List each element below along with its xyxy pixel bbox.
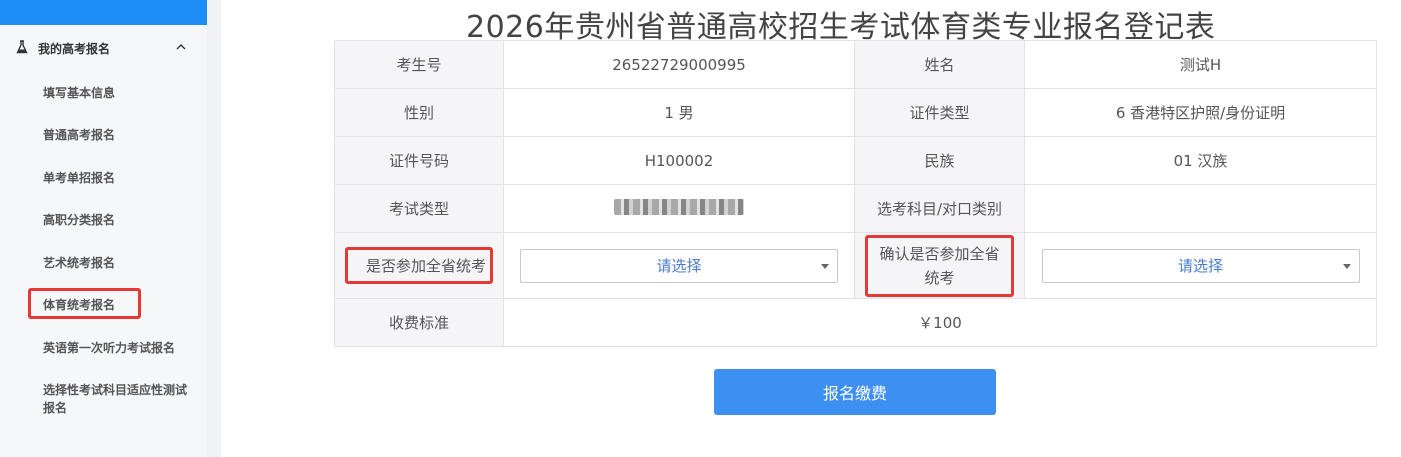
nav-group-my-exam-registration[interactable]: 我的高考报名 [0,35,207,61]
redacted-value [614,198,744,215]
table-row: 性别 1 男 证件类型 6 香港特区护照/身份证明 [334,88,1377,137]
label-fee: 收费标准 [334,298,504,347]
sidebar-item-single-exam[interactable]: 单考单招报名 [43,169,115,186]
sidebar-item-sports-exam[interactable]: 体育统考报名 [43,296,115,313]
caret-down-icon [1342,263,1351,269]
value-elective-subjects [1024,184,1377,233]
label-cell-confirm-join: 确认是否参加全省 统考 [854,232,1025,299]
sidebar-item-general-exam[interactable]: 普通高考报名 [43,126,115,143]
value-ethnicity: 01 汉族 [1024,136,1377,185]
value-exam-type [503,184,855,233]
chevron-up-icon[interactable] [175,42,187,52]
table-row: 考试类型 选考科目/对口类别 [334,184,1377,233]
table-row: 考生号 26522729000995 姓名 测试H [334,40,1377,89]
nav-group-label: 我的高考报名 [38,42,111,56]
confirm-join-label: 确认是否参加全省 统考 [865,234,1014,297]
sidebar-item-vocational[interactable]: 高职分类报名 [43,211,115,228]
confirm-join-select-value: 请选择 [1177,256,1223,275]
label-elective-subjects: 选考科目/对口类别 [854,184,1025,233]
label-ethnicity: 民族 [854,136,1025,185]
sidebar-item-adaptive-test[interactable]: 选择性考试科目适应性测试报名 [43,381,193,417]
sidebar-item-english-listening[interactable]: 英语第一次听力考试报名 [43,339,175,356]
table-row: 是否参加全省统考 请选择 确认是否参加全省 统考 请选择 [334,232,1377,299]
flask-icon [16,40,28,54]
value-candidate-number: 26522729000995 [503,40,855,89]
label-exam-type: 考试类型 [334,184,504,233]
value-id-number: H100002 [503,136,855,185]
value-name: 测试H [1024,40,1377,89]
confirm-join-select[interactable]: 请选择 [1041,248,1360,283]
registration-form-table: 考生号 26522729000995 姓名 测试H 性别 1 男 证件类型 6 … [334,40,1377,347]
label-id-number: 证件号码 [334,136,504,185]
sidebar-item-art-exam[interactable]: 艺术统考报名 [43,254,115,271]
caret-down-icon [821,263,829,269]
pay-registration-button[interactable]: 报名缴费 [714,369,996,415]
cell-join-exam-select: 请选择 [503,232,855,299]
label-gender: 性别 [334,88,504,137]
sidebar-separator [207,0,221,457]
value-gender: 1 男 [503,88,855,137]
label-name: 姓名 [854,40,1025,89]
sidebar-item-fill-basic-info[interactable]: 填写基本信息 [43,84,115,101]
join-exam-select[interactable]: 请选择 [520,248,838,283]
table-row: 证件号码 H100002 民族 01 汉族 [334,136,1377,185]
join-exam-select-value: 请选择 [656,256,702,275]
join-exam-label: 是否参加全省统考 [344,247,493,284]
value-id-type: 6 香港特区护照/身份证明 [1024,88,1377,137]
cell-confirm-join-select: 请选择 [1024,232,1377,299]
label-candidate-number: 考生号 [334,40,504,89]
label-id-type: 证件类型 [854,88,1025,137]
table-row: 收费标准 ￥100 [334,298,1377,347]
value-fee: ￥100 [503,298,1377,347]
sidebar-active-bar[interactable] [0,0,207,25]
sidebar: 我的高考报名 填写基本信息 普通高考报名 单考单招报名 高职分类报名 艺术统考报… [0,0,207,457]
label-cell-join-exam: 是否参加全省统考 [334,232,504,299]
